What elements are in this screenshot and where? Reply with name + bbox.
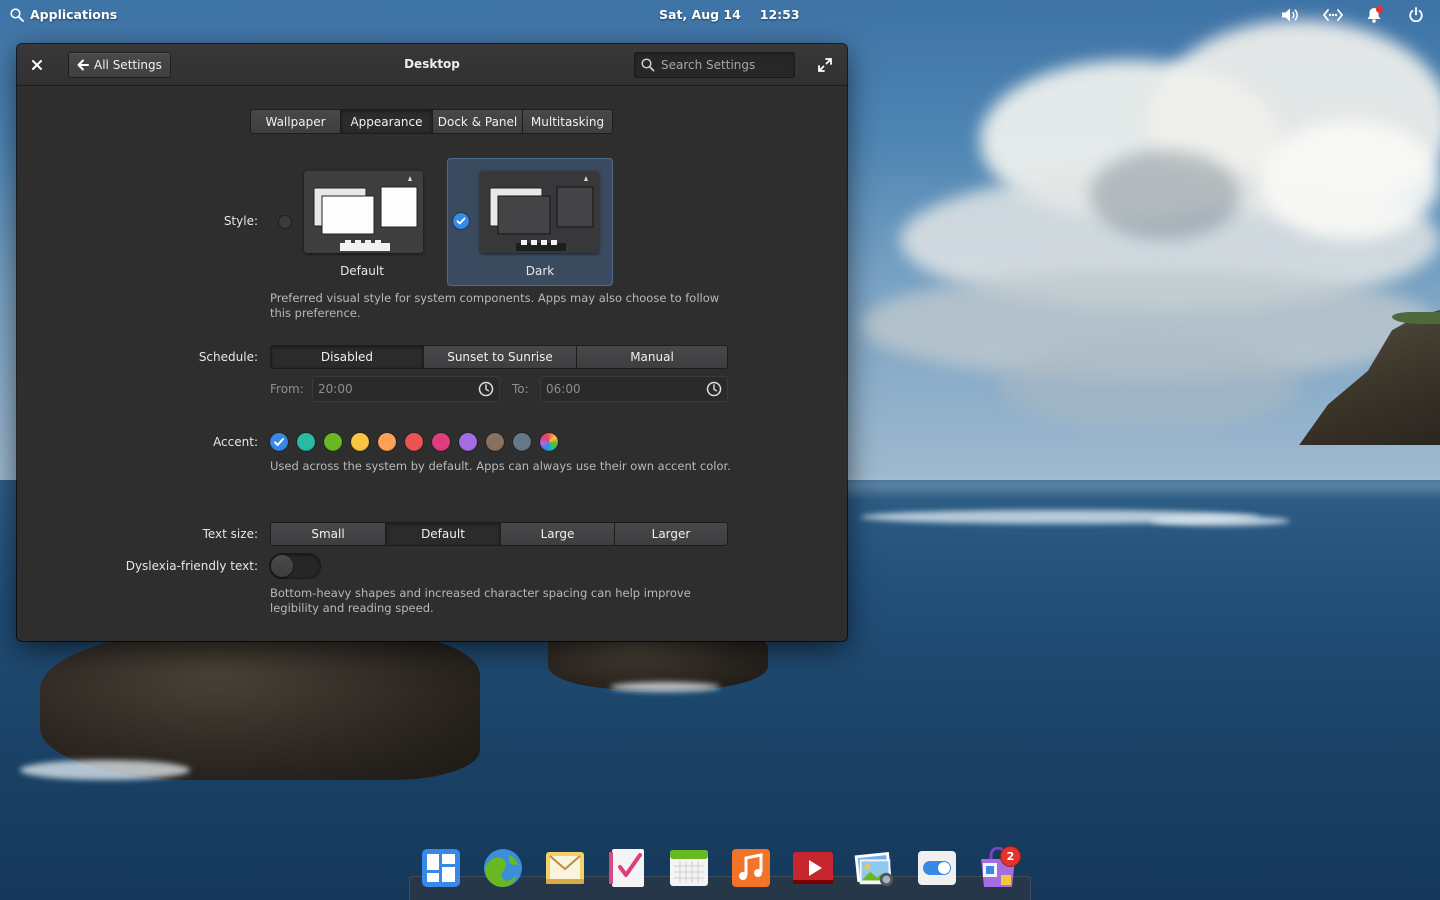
from-label: From:: [270, 382, 304, 396]
schedule-disabled-button[interactable]: Disabled: [271, 346, 424, 368]
text-size-large-button[interactable]: Large: [501, 523, 615, 545]
tab-appearance[interactable]: Appearance: [341, 110, 433, 133]
toggle-knob: [271, 555, 293, 577]
style-dark-card[interactable]: Dark: [447, 158, 613, 286]
accent-mint-swatch[interactable]: [297, 433, 315, 451]
date-label: Sat, Aug 14: [659, 7, 741, 22]
accent-auto-swatch[interactable]: [540, 433, 558, 451]
accent-blue-swatch[interactable]: [270, 433, 288, 451]
dyslexia-toggle[interactable]: [269, 553, 321, 579]
photos-icon[interactable]: [854, 847, 896, 889]
text-size-small-button[interactable]: Small: [271, 523, 386, 545]
text-size-default-button[interactable]: Default: [386, 523, 501, 545]
accent-label: Accent:: [213, 435, 258, 449]
checkmark-icon: [453, 213, 469, 229]
tab-multitasking[interactable]: Multitasking: [523, 110, 612, 133]
accent-strawberry-swatch[interactable]: [405, 433, 423, 451]
style-dark-caption: Dark: [525, 264, 555, 278]
time-label: 12:53: [759, 7, 800, 22]
videos-icon[interactable]: [792, 847, 834, 889]
settings-window: All Settings Desktop Wallpaper Appearanc…: [17, 44, 847, 641]
music-icon[interactable]: [730, 847, 772, 889]
schedule-sunset-button[interactable]: Sunset to Sunrise: [424, 346, 577, 368]
maximize-button[interactable]: [817, 57, 833, 73]
accent-lime-swatch[interactable]: [324, 433, 342, 451]
headerbar: All Settings Desktop: [17, 44, 847, 86]
text-size-label: Text size:: [202, 527, 258, 541]
to-label: To:: [512, 382, 529, 396]
schedule-manual-button[interactable]: Manual: [577, 346, 727, 368]
applications-menu-button[interactable]: Applications: [10, 7, 117, 22]
volume-icon[interactable]: [1280, 6, 1300, 24]
power-icon[interactable]: [1406, 6, 1426, 24]
accent-slate-swatch[interactable]: [513, 433, 531, 451]
to-time-value: 06:00: [546, 382, 581, 396]
multitasking-view-icon[interactable]: [420, 847, 462, 889]
maximize-icon: [818, 58, 832, 72]
tasks-icon[interactable]: [606, 847, 648, 889]
network-icon[interactable]: [1322, 6, 1344, 24]
notifications-icon[interactable]: [1364, 6, 1384, 24]
clock-icon: [706, 381, 722, 397]
datetime-indicator[interactable]: Sat, Aug 14 12:53: [659, 7, 800, 22]
tab-wallpaper[interactable]: Wallpaper: [251, 110, 341, 133]
to-time-field[interactable]: 06:00: [540, 376, 728, 402]
style-description: Preferred visual style for system compon…: [270, 291, 720, 320]
system-settings-icon[interactable]: [916, 847, 958, 889]
default-style-preview: [304, 171, 423, 253]
search-input[interactable]: [661, 58, 787, 72]
from-time-field[interactable]: 20:00: [312, 376, 500, 402]
accent-orange-swatch[interactable]: [378, 433, 396, 451]
search-icon: [10, 7, 24, 22]
accent-banana-swatch[interactable]: [351, 433, 369, 451]
applications-label: Applications: [30, 7, 118, 22]
dyslexia-description: Bottom-heavy shapes and increased charac…: [270, 586, 691, 615]
calendar-icon[interactable]: [668, 847, 710, 889]
clock-icon: [478, 381, 494, 397]
style-label: Style:: [223, 214, 258, 228]
style-default-caption: Default: [340, 264, 384, 278]
schedule-label: Schedule:: [198, 350, 258, 364]
top-panel: Applications Sat, Aug 14 12:53: [0, 0, 1440, 30]
checkmark-icon: [274, 438, 284, 446]
notification-dot: [1376, 6, 1383, 13]
accent-description: Used across the system by default. Apps …: [270, 459, 731, 473]
from-time-value: 20:00: [318, 382, 353, 396]
search-settings-field[interactable]: [634, 52, 795, 78]
schedule-selector: Disabled Sunset to Sunrise Manual: [270, 345, 728, 369]
dark-style-preview: [480, 171, 599, 253]
web-browser-icon[interactable]: [482, 847, 524, 889]
dyslexia-label: Dyslexia-friendly text:: [125, 559, 258, 573]
appcenter-update-badge: 2: [1000, 846, 1021, 867]
tab-dock-panel[interactable]: Dock & Panel: [433, 110, 523, 133]
text-size-selector: Small Default Large Larger: [270, 522, 728, 546]
accent-grape-swatch[interactable]: [459, 433, 477, 451]
mail-icon[interactable]: [544, 847, 586, 889]
accent-cocoa-swatch[interactable]: [486, 433, 504, 451]
accent-bubblegum-swatch[interactable]: [432, 433, 450, 451]
text-size-larger-button[interactable]: Larger: [615, 523, 727, 545]
search-icon: [641, 58, 655, 72]
desktop-tabs: Wallpaper Appearance Dock & Panel Multit…: [250, 109, 613, 134]
